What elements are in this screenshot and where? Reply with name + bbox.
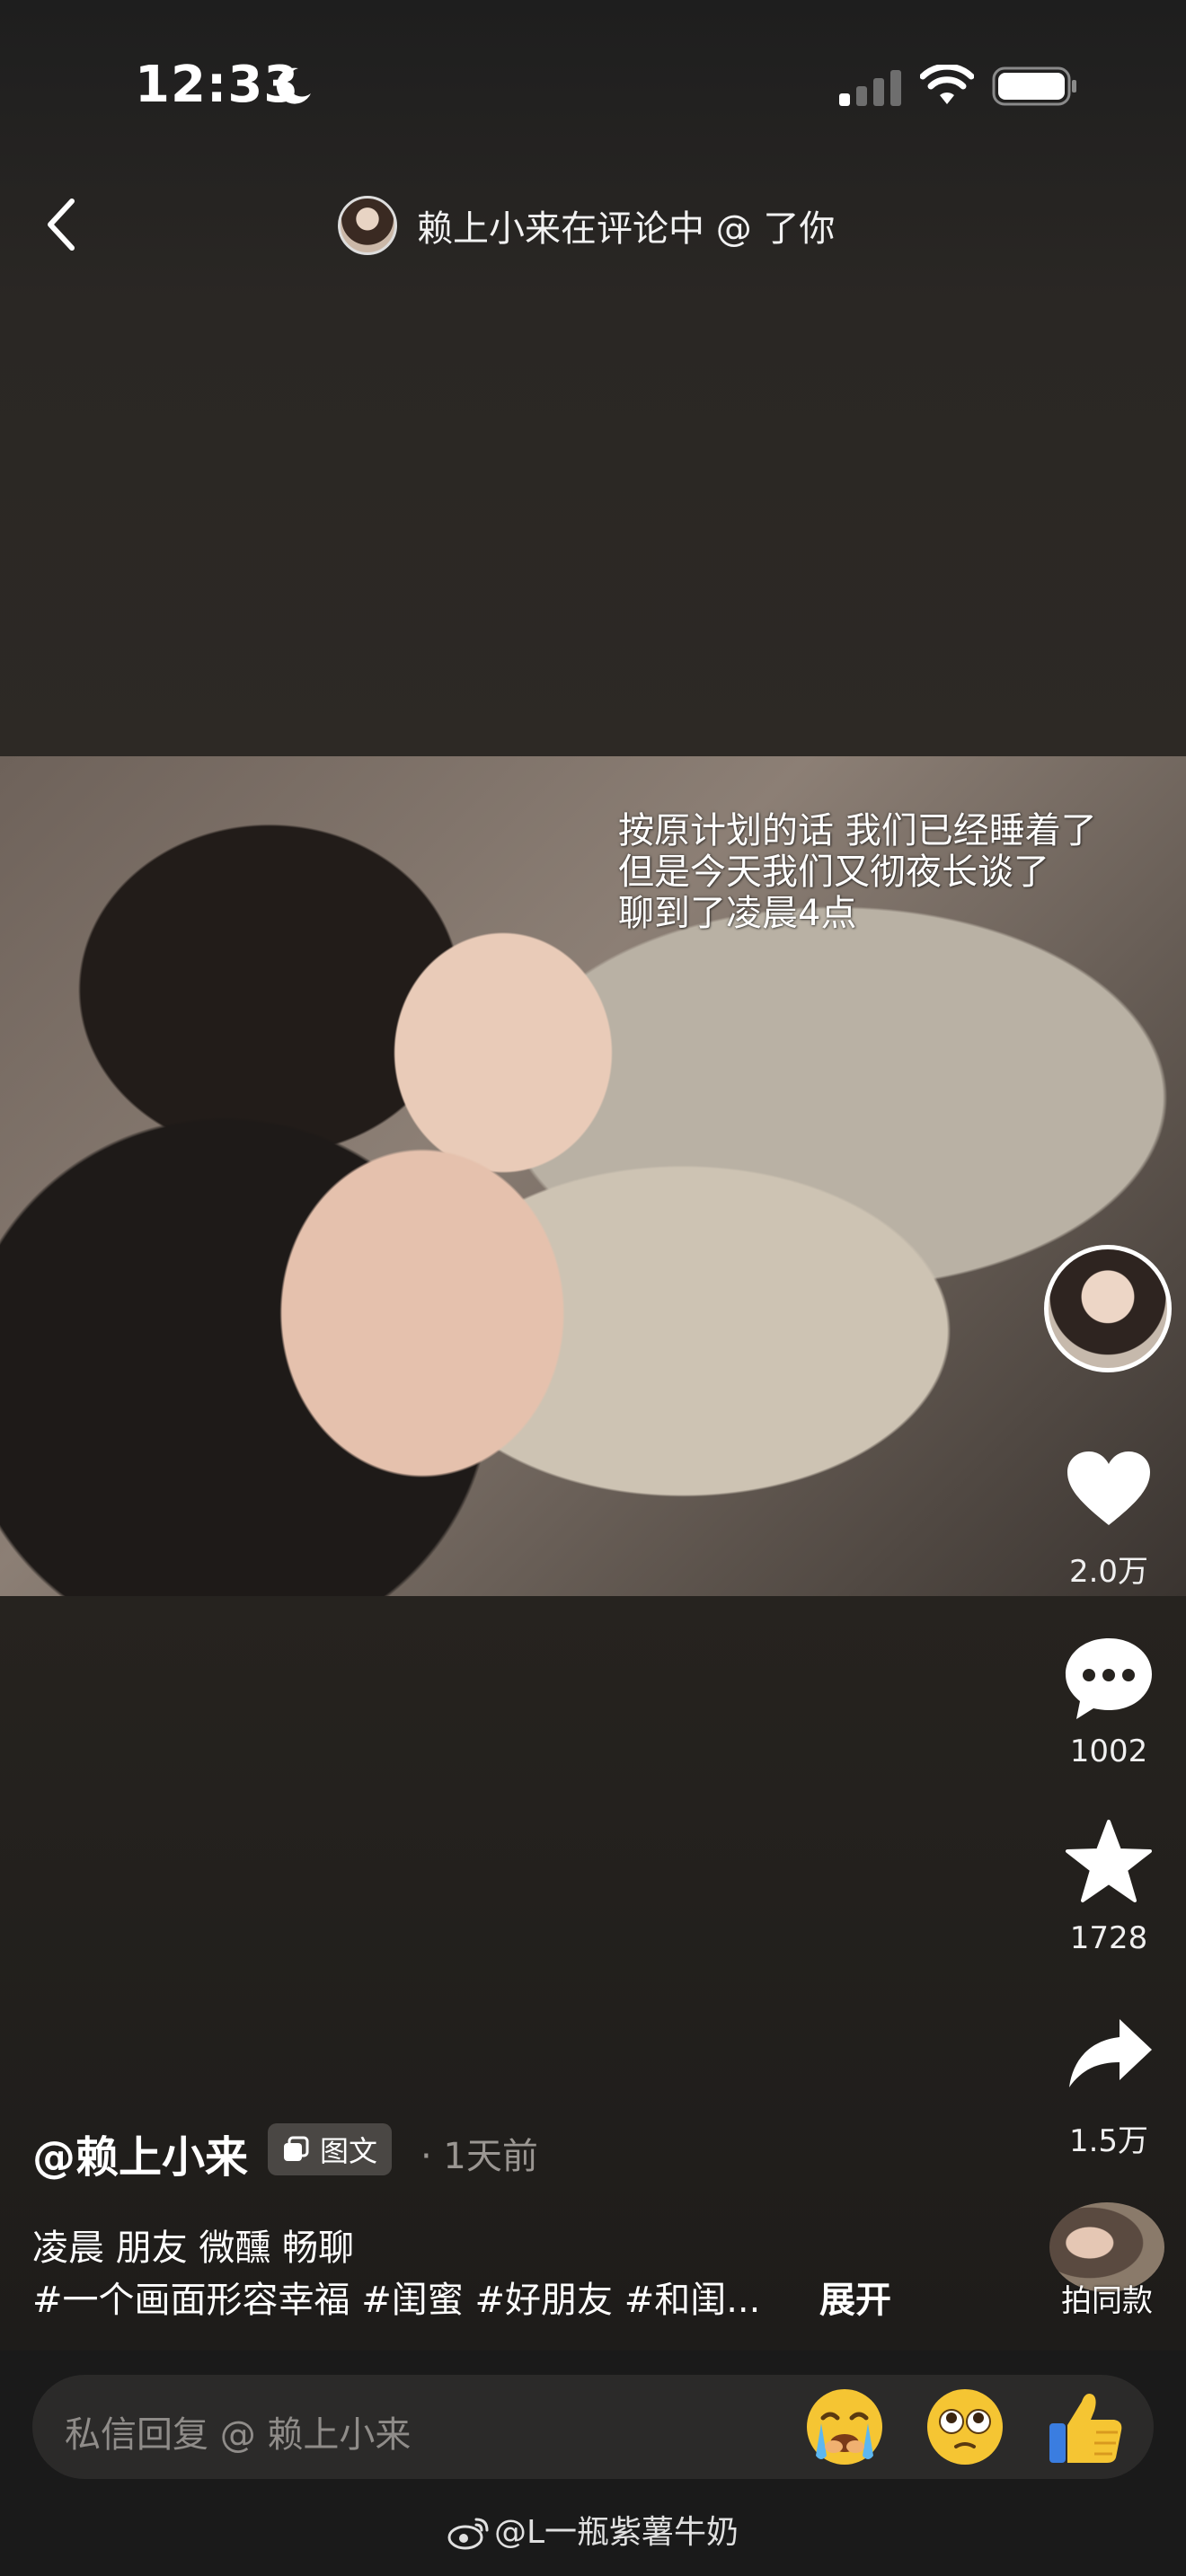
moon-icon	[276, 67, 311, 104]
mention-notice[interactable]: 赖上小来在评论中 @ 了你	[417, 199, 835, 251]
thumbs-up-emoji-icon[interactable]	[1042, 2384, 1128, 2470]
image-text-icon	[284, 2136, 309, 2161]
post-type-label: 图文	[320, 2134, 378, 2168]
same-style-button[interactable]: 拍同款	[1033, 2276, 1181, 2320]
caption-line: 聊到了凌晨4点	[618, 893, 857, 934]
post-hashtags[interactable]: #一个画面形容幸福 #闺蜜 #好朋友 #和闺...	[32, 2271, 760, 2323]
comment-count: 1002	[1069, 1734, 1148, 1769]
caption-line: 按原计划的话 我们已经睡着了	[618, 810, 1097, 851]
photo-caption: 按原计划的话 我们已经睡着了 但是今天我们又彻夜长谈了 聊到了凌晨4点	[618, 810, 1175, 934]
watermark-text: @L一瓶紫薯牛奶	[493, 2514, 739, 2551]
like-count: 2.0万	[1068, 1554, 1149, 1590]
back-arrow-icon[interactable]	[43, 196, 79, 253]
wifi-icon	[920, 65, 974, 104]
favorite-count: 1728	[1069, 1920, 1148, 1956]
battery-icon	[992, 66, 1076, 106]
heart-icon[interactable]	[1064, 1448, 1154, 1529]
post-tags: 凌晨 朋友 微醺 畅聊	[32, 2228, 355, 2269]
post-type-badge: 图文	[268, 2123, 393, 2175]
expand-button[interactable]: 展开	[819, 2271, 891, 2323]
signal-icon	[839, 70, 901, 106]
weibo-icon	[447, 2518, 489, 2550]
share-icon[interactable]	[1066, 2016, 1155, 2091]
comment-icon[interactable]	[1062, 1635, 1155, 1721]
share-count: 1.5万	[1068, 2123, 1149, 2159]
reply-placeholder: 私信回复 @ 赖上小来	[65, 2414, 412, 2456]
post-time: · 1天前	[420, 2136, 538, 2177]
pleading-emoji-icon[interactable]	[922, 2384, 1008, 2470]
crying-emoji-icon[interactable]	[801, 2384, 888, 2470]
commenter-avatar[interactable]	[338, 196, 397, 255]
caption-line: 但是今天我们又彻夜长谈了	[618, 851, 1049, 893]
author-name[interactable]: @赖上小来	[32, 2122, 248, 2184]
star-icon[interactable]	[1064, 1818, 1154, 1904]
watermark: @L一瓶紫薯牛奶	[0, 2506, 1186, 2553]
creator-avatar[interactable]	[1044, 1245, 1172, 1372]
